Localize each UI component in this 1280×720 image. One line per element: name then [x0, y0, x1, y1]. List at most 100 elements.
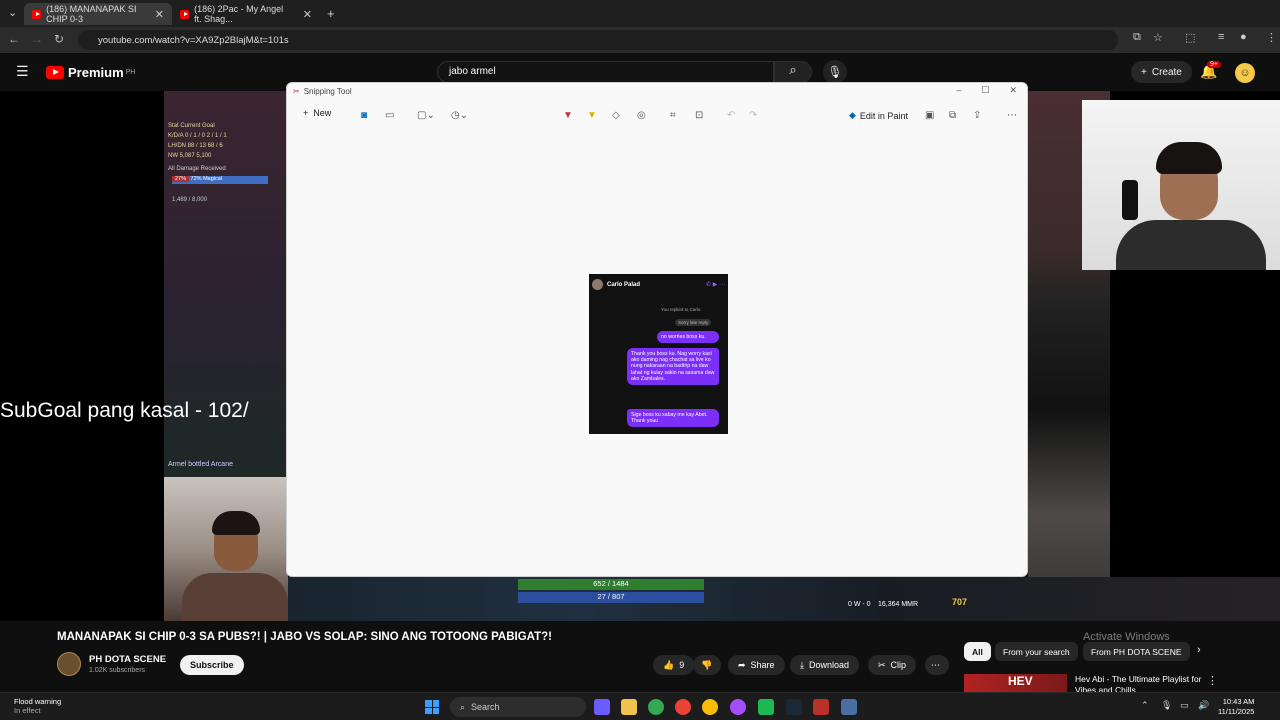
- microphone: [1122, 180, 1138, 220]
- search-button[interactable]: ⌕: [774, 61, 812, 83]
- snip-shape-icon[interactable]: ▢⌄: [417, 110, 435, 121]
- delay-timer-icon[interactable]: ◷⌄: [451, 110, 468, 121]
- profile-icon[interactable]: ●: [1240, 31, 1247, 43]
- mmr-text: 16,364 MMR: [878, 601, 919, 608]
- youtube-logo[interactable]: Premium PH: [46, 65, 135, 80]
- more-options-icon[interactable]: ⋯: [1007, 110, 1017, 121]
- webcam-left: [164, 477, 288, 621]
- camera-mode-icon[interactable]: ◙: [361, 110, 367, 121]
- dislike-button[interactable]: 👎: [693, 655, 721, 675]
- extensions-icon[interactable]: ⬚: [1185, 31, 1195, 44]
- chrome-profile-icon[interactable]: [675, 699, 691, 715]
- plus-icon: +: [303, 108, 309, 118]
- more-actions-button[interactable]: ⋯: [925, 655, 949, 675]
- redo-icon[interactable]: ↷: [749, 110, 757, 121]
- taskbar-clock[interactable]: 10:43 AM 11/11/2025: [1218, 697, 1254, 717]
- chevron-right-icon[interactable]: ›: [1197, 644, 1201, 656]
- account-avatar[interactable]: ☺: [1235, 63, 1255, 83]
- volume-icon[interactable]: 🔊: [1198, 700, 1209, 711]
- notification-badge: 9+: [1207, 61, 1221, 68]
- save-icon[interactable]: ▣: [925, 110, 934, 121]
- download-button[interactable]: ⤓ Download: [790, 655, 860, 675]
- video-mode-icon[interactable]: ▭: [385, 110, 394, 121]
- reload-icon[interactable]: ↻: [54, 32, 64, 46]
- network-icon[interactable]: ▭: [1180, 700, 1189, 711]
- bookmark-star-icon[interactable]: ☆: [1153, 31, 1163, 44]
- logo-text: Premium: [68, 65, 124, 80]
- streamer-body: [182, 573, 288, 621]
- undo-icon[interactable]: ↶: [727, 110, 735, 121]
- tab-list-icon[interactable]: ⌄: [8, 6, 17, 19]
- channel-name[interactable]: PH DOTA SCENE: [89, 654, 166, 665]
- close-tab-icon[interactable]: ✕: [155, 8, 164, 21]
- spotify-icon[interactable]: [758, 699, 774, 715]
- highlighter-icon[interactable]: ▼: [587, 110, 597, 121]
- hamburger-icon[interactable]: ☰: [16, 63, 29, 80]
- clip-button[interactable]: ✂ Clip: [868, 655, 917, 675]
- create-button[interactable]: + Create: [1131, 61, 1192, 83]
- cast-icon[interactable]: ⧉: [1133, 31, 1141, 44]
- chrome-alt-icon[interactable]: [702, 699, 718, 715]
- plus-icon: +: [1141, 66, 1147, 78]
- chip-all[interactable]: All: [964, 642, 991, 661]
- contact-name: Carlo Palad: [607, 282, 641, 288]
- voice-search-button[interactable]: 🎙: [823, 60, 847, 84]
- messenger-icon[interactable]: [730, 699, 746, 715]
- subscribe-button[interactable]: Subscribe: [180, 655, 244, 675]
- chip-from-search[interactable]: From your search: [995, 642, 1078, 661]
- mic-tray-icon[interactable]: 🎙: [1161, 700, 1172, 711]
- address-bar[interactable]: youtube.com/watch?v=XA9Zp2BlajM&t=101s: [78, 30, 1118, 50]
- dota-icon[interactable]: [813, 699, 829, 715]
- media-icon[interactable]: ≡: [1218, 31, 1224, 43]
- stats-row: LH/DN 88 / 13 68 / 6: [168, 143, 223, 149]
- new-label: New: [313, 108, 332, 118]
- snipping-tool-taskbar-icon[interactable]: [841, 699, 857, 715]
- back-icon[interactable]: ←: [8, 32, 20, 46]
- close-tab-icon[interactable]: ✕: [303, 8, 312, 21]
- windows-start-icon[interactable]: [425, 700, 439, 714]
- recommended-title[interactable]: Hev Abi - The Ultimate Playlist for Vibe…: [1075, 674, 1205, 692]
- tab-label: (186) 2Pac - My Angel ft. Shag...: [194, 4, 284, 24]
- steam-icon[interactable]: [786, 699, 802, 715]
- share-icon[interactable]: ⇪: [973, 110, 981, 121]
- copy-icon[interactable]: ⧉: [949, 110, 956, 121]
- search-input[interactable]: jabo armel: [437, 61, 774, 83]
- channel-avatar[interactable]: [57, 652, 81, 676]
- tray-chevron-icon[interactable]: ⌃: [1141, 700, 1149, 711]
- quoted-message: Sorry late reply: [675, 319, 712, 326]
- text-actions-icon[interactable]: ⊡: [695, 110, 703, 121]
- edit-in-paint-button[interactable]: ◆ Edit in Paint: [849, 110, 908, 121]
- maximize-icon[interactable]: ☐: [981, 85, 989, 96]
- chip-from-channel[interactable]: From PH DOTA SCENE: [1083, 642, 1190, 661]
- eraser-icon[interactable]: ◇: [612, 110, 620, 121]
- copilot-icon[interactable]: [594, 699, 610, 715]
- crop-icon[interactable]: ⌗: [670, 110, 676, 121]
- snip-title: Snipping Tool: [303, 87, 352, 96]
- stats-overlay: Stat Current Goal K/D/A 0 / 1 / 0 2 / 1 …: [168, 121, 227, 174]
- more-vert-icon[interactable]: ⋮: [1207, 674, 1218, 687]
- tab-second[interactable]: (186) 2Pac - My Angel ft. Shag... ✕: [172, 3, 320, 25]
- share-button[interactable]: ➦ Share: [728, 655, 785, 675]
- recommended-thumbnail[interactable]: HEV: [964, 674, 1067, 694]
- close-icon[interactable]: ✕: [1009, 85, 1017, 96]
- ballpoint-pen-icon[interactable]: ▼: [563, 110, 573, 121]
- new-snip-button[interactable]: + New: [303, 108, 331, 118]
- like-button[interactable]: 👍 9: [653, 655, 695, 675]
- damage-type: 72% Magical: [190, 176, 223, 182]
- snipping-tool-window: ✂ Snipping Tool – ☐ ✕ + New ◙ ▭ ▢⌄ ◷⌄ ▼ …: [286, 82, 1028, 577]
- file-explorer-icon[interactable]: [621, 699, 637, 715]
- minimize-icon[interactable]: –: [956, 85, 961, 96]
- windows-taskbar: Flood warning In effect ⌕ Search ⌃ 🎙 ▭ 🔊…: [0, 692, 1280, 720]
- score-text: 0 W - 0: [848, 601, 871, 608]
- captured-screenshot: Carlo Palad ✆ ▶ ⋯ You replied to Carlo S…: [589, 274, 728, 434]
- tab-active[interactable]: (186) MANANAPAK SI CHIP 0-3 ✕: [24, 3, 172, 25]
- shapes-icon[interactable]: ◎: [637, 110, 646, 121]
- menu-icon[interactable]: ⋮: [1266, 31, 1277, 44]
- mic-icon: 🎙: [827, 65, 843, 79]
- forward-icon[interactable]: →: [31, 32, 43, 46]
- taskbar-search[interactable]: ⌕ Search: [450, 697, 586, 717]
- chrome-icon[interactable]: [648, 699, 664, 715]
- weather-widget[interactable]: Flood warning In effect: [14, 697, 61, 715]
- new-tab-icon[interactable]: +: [327, 6, 335, 21]
- snipping-tool-icon: ✂: [293, 87, 300, 96]
